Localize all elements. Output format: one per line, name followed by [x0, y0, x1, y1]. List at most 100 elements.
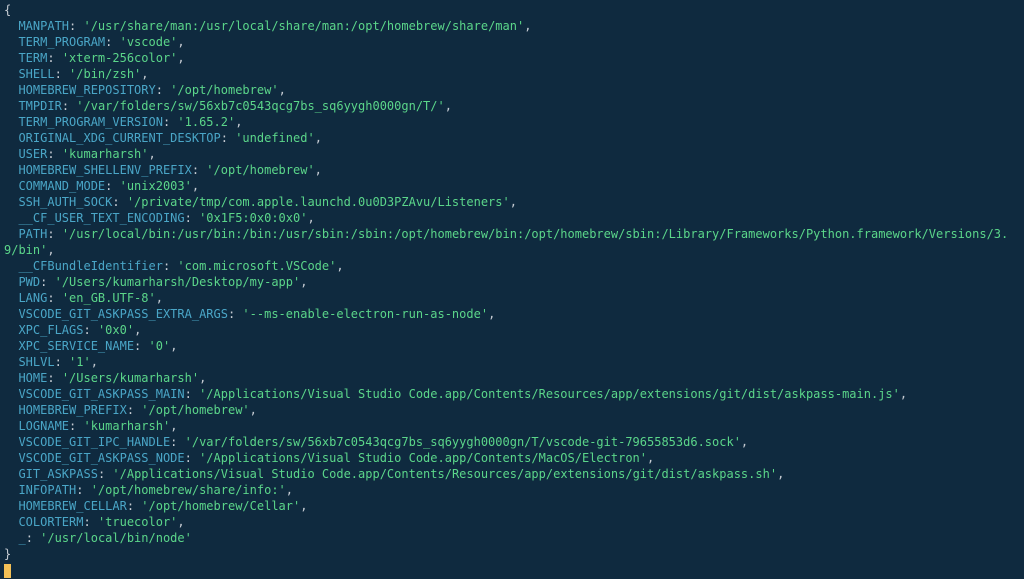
env-value: '/usr/share/man:/usr/local/share/man:/op…: [83, 19, 524, 33]
env-key: USER: [18, 147, 47, 161]
env-value: '/var/folders/sw/56xb7c0543qcg7bs_sq6yyg…: [185, 435, 741, 449]
env-key: COLORTERM: [18, 515, 83, 529]
indent: [4, 403, 18, 417]
comma: ,: [524, 19, 531, 33]
comma: ,: [315, 163, 322, 177]
colon: :: [47, 147, 61, 161]
env-key: XPC_SERVICE_NAME: [18, 339, 134, 353]
env-key: SSH_AUTH_SOCK: [18, 195, 112, 209]
env-value: '/var/folders/sw/56xb7c0543qcg7bs_sq6yyg…: [76, 99, 444, 113]
colon: :: [163, 259, 177, 273]
indent: [4, 275, 18, 289]
env-key: SHLVL: [18, 355, 54, 369]
env-value: 'unix2003': [120, 179, 192, 193]
comma: ,: [336, 259, 343, 273]
env-value: 'vscode': [120, 35, 178, 49]
colon: :: [76, 483, 90, 497]
env-value: '/opt/homebrew': [206, 163, 314, 177]
env-key: __CF_USER_TEXT_ENCODING: [18, 211, 184, 225]
close-brace: }: [4, 547, 11, 561]
colon: :: [47, 51, 61, 65]
colon: :: [192, 163, 206, 177]
colon: :: [47, 291, 61, 305]
env-value: '1.65.2': [177, 115, 235, 129]
indent: [4, 163, 18, 177]
colon: :: [55, 67, 69, 81]
env-key: LOGNAME: [18, 419, 69, 433]
env-value: '/opt/homebrew': [170, 83, 278, 97]
colon: :: [55, 355, 69, 369]
colon: :: [83, 515, 97, 529]
comma: ,: [307, 211, 314, 225]
indent: [4, 387, 18, 401]
indent: [4, 371, 18, 385]
env-value: '/usr/local/bin:/usr/bin:/bin:/usr/sbin:…: [4, 227, 1008, 257]
env-value: '/opt/homebrew/share/info:': [91, 483, 286, 497]
comma: ,: [235, 115, 242, 129]
env-key: PWD: [18, 275, 40, 289]
env-key: TERM_PROGRAM: [18, 35, 105, 49]
comma: ,: [510, 195, 517, 209]
indent: [4, 19, 18, 33]
colon: :: [105, 179, 119, 193]
comma: ,: [156, 291, 163, 305]
indent: [4, 67, 18, 81]
comma: ,: [134, 323, 141, 337]
comma: ,: [91, 355, 98, 369]
cursor-icon: [4, 564, 11, 578]
colon: :: [47, 371, 61, 385]
colon: :: [105, 35, 119, 49]
env-key: SHELL: [18, 67, 54, 81]
indent: [4, 467, 18, 481]
env-key: VSCODE_GIT_ASKPASS_NODE: [18, 451, 184, 465]
indent: [4, 419, 18, 433]
colon: :: [98, 467, 112, 481]
env-value: '/Applications/Visual Studio Code.app/Co…: [199, 387, 900, 401]
comma: ,: [315, 131, 322, 145]
env-key: ORIGINAL_XDG_CURRENT_DESKTOP: [18, 131, 220, 145]
env-key: INFOPATH: [18, 483, 76, 497]
indent: [4, 115, 18, 129]
comma: ,: [900, 387, 907, 401]
indent: [4, 499, 18, 513]
terminal-output[interactable]: { MANPATH: '/usr/share/man:/usr/local/sh…: [0, 0, 1024, 579]
comma: ,: [170, 419, 177, 433]
env-value: '/opt/homebrew': [141, 403, 249, 417]
env-key: MANPATH: [18, 19, 69, 33]
indent: [4, 483, 18, 497]
colon: :: [112, 195, 126, 209]
env-value: '/usr/local/bin/node': [40, 531, 192, 545]
env-key: _: [18, 531, 25, 545]
colon: :: [228, 307, 242, 321]
comma: ,: [141, 67, 148, 81]
colon: :: [156, 83, 170, 97]
env-value: '/opt/homebrew/Cellar': [141, 499, 300, 513]
comma: ,: [149, 147, 156, 161]
indent: [4, 179, 18, 193]
comma: ,: [647, 451, 654, 465]
env-value: '1': [69, 355, 91, 369]
indent: [4, 259, 18, 273]
comma: ,: [170, 339, 177, 353]
env-key: TERM: [18, 51, 47, 65]
env-value: '--ms-enable-electron-run-as-node': [242, 307, 488, 321]
comma: ,: [177, 35, 184, 49]
indent: [4, 147, 18, 161]
colon: :: [69, 419, 83, 433]
indent: [4, 35, 18, 49]
env-value: 'com.microsoft.VSCode': [177, 259, 336, 273]
env-key: HOMEBREW_SHELLENV_PREFIX: [18, 163, 191, 177]
comma: ,: [177, 515, 184, 529]
env-key: GIT_ASKPASS: [18, 467, 97, 481]
colon: :: [185, 211, 199, 225]
env-value: 'en_GB.UTF-8': [62, 291, 156, 305]
colon: :: [221, 131, 235, 145]
env-value: '/bin/zsh': [69, 67, 141, 81]
env-value: 'undefined': [235, 131, 314, 145]
comma: ,: [177, 51, 184, 65]
env-value: '0x1F5:0x0:0x0': [199, 211, 307, 225]
env-key: VSCODE_GIT_ASKPASS_EXTRA_ARGS: [18, 307, 228, 321]
env-value: 'kumarharsh': [83, 419, 170, 433]
comma: ,: [279, 83, 286, 97]
env-key: VSCODE_GIT_IPC_HANDLE: [18, 435, 170, 449]
